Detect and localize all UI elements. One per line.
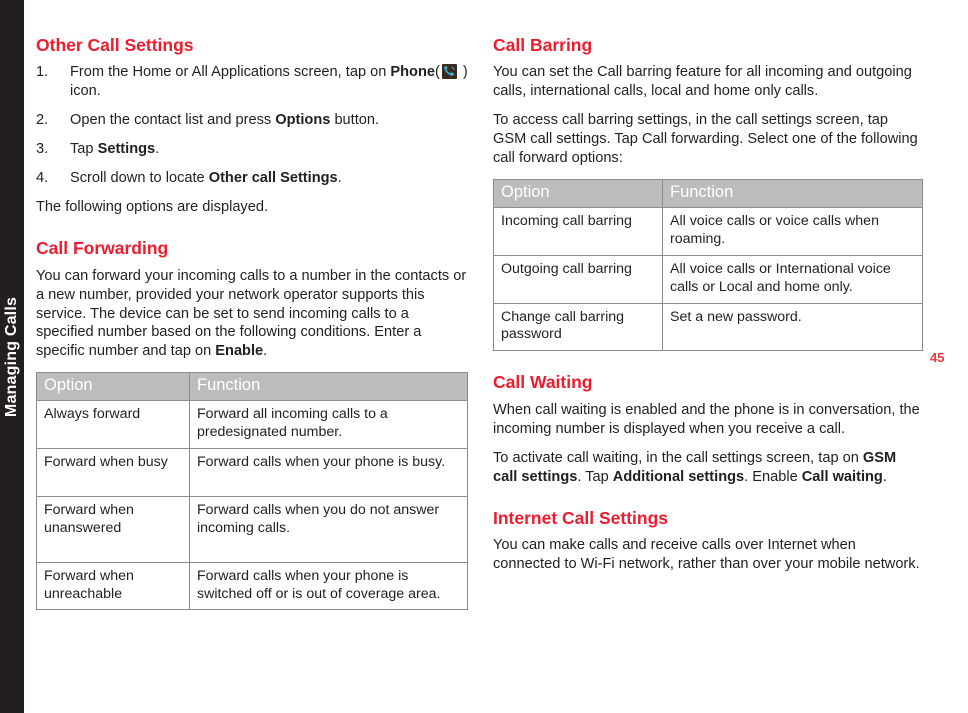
table-row: Forward when unanswered Forward calls wh… [36,495,468,563]
call-forwarding-table: Option Function Always forward Forward a… [36,372,468,611]
column-header-option: Option [36,372,190,402]
right-column: Call Barring You can set the Call barrin… [493,36,923,574]
call-waiting-text-part: To activate call waiting, in the call se… [493,449,863,466]
step-bold-term: Settings [97,141,156,158]
step-text-part: . [337,170,342,187]
cell-function: All voice calls or voice calls when roam… [662,207,923,256]
cell-function: Forward calls when you do not answer inc… [189,495,468,563]
step-text-part: Tap [70,141,98,158]
list-item: 3. Tap Settings. [36,140,468,159]
step-number: 2. [36,112,49,129]
table-row: Always forward Forward all incoming call… [36,400,468,449]
cell-option: Incoming call barring [493,207,663,256]
step-text: Open the contact list and press Options … [70,112,379,128]
call-waiting-bold-term: Call waiting [801,468,883,485]
list-item: 2. Open the contact list and press Optio… [36,111,468,130]
step-text-part: From the Home or All Applications screen… [70,64,391,81]
column-header-function: Function [189,372,468,402]
step-text: From the Home or All Applications screen… [70,64,468,99]
heading-internet-call-settings: Internet Call Settings [493,507,669,528]
call-barring-paragraph-2: To access call barring settings, in the … [493,112,918,167]
table-row: Forward when busy Forward calls when you… [36,447,468,497]
call-barring-paragraph-1: You can set the Call barring feature for… [493,64,912,100]
chapter-label: Managing Calls [3,296,20,417]
column-header-function: Function [662,179,923,209]
table-row: Change call barring password Set a new p… [493,302,923,352]
step-paren-open: ( [435,64,440,81]
call-forwarding-paragraph-part: . [263,343,268,360]
cell-option: Outgoing call barring [493,254,663,304]
table-row: Incoming call barring All voice calls or… [493,207,923,256]
cell-option: Forward when unreachable [36,561,190,611]
call-waiting-text-part: . Enable [744,468,802,485]
call-waiting-bold-term: Additional settings [612,468,745,485]
heading-call-forwarding: Call Forwarding [36,238,169,259]
heading-call-waiting: Call Waiting [493,372,593,393]
cell-option: Forward when busy [36,447,190,497]
step-number: 1. [36,64,49,81]
cell-option: Change call barring password [493,302,663,352]
cell-function: Forward all incoming calls to a predesig… [189,400,468,449]
call-waiting-paragraph-2: To activate call waiting, in the call se… [493,449,923,487]
step-text-part: Scroll down to locate [70,170,209,187]
chapter-edge-tab: Managing Calls [0,0,24,713]
cell-function: Forward calls when your phone is switche… [189,561,468,611]
list-item: 4. Scroll down to locate Other call Sett… [36,169,468,188]
table-head: Option Function [493,179,923,209]
phone-icon [441,64,457,80]
table-header-row: Option Function [493,179,923,209]
step-text: Scroll down to locate Other call Setting… [70,170,342,186]
cell-option: Always forward [36,400,190,449]
cell-function: Forward calls when your phone is busy. [189,447,468,497]
table-body: Incoming call barring All voice calls or… [493,207,923,352]
step-text-part: . [155,141,160,158]
table-header-row: Option Function [36,372,468,402]
step-text-part: button. [330,112,380,129]
cell-option: Forward when unanswered [36,495,190,563]
call-forwarding-bold-term: Enable [215,343,264,360]
chapter-edge-tab-label-wrap: Managing Calls [0,0,24,713]
cell-function: All voice calls or International voice c… [662,254,923,304]
page-number: 45 [930,350,945,365]
table-row: Forward when unreachable Forward calls w… [36,561,468,611]
call-barring-table: Option Function Incoming call barring Al… [493,179,923,352]
step-bold-term: Phone [390,64,435,81]
other-call-settings-steps: 1. From the Home or All Applications scr… [36,63,468,188]
table-head: Option Function [36,372,468,402]
call-waiting-text-part: . [882,468,887,485]
internet-call-settings-paragraph-1: You can make calls and receive calls ove… [493,536,920,572]
step-number: 4. [36,170,49,187]
table-row: Outgoing call barring All voice calls or… [493,254,923,304]
other-call-settings-trailing-paragraph: The following options are displayed. [36,199,269,216]
step-bold-term: Options [275,112,331,129]
call-waiting-paragraph-1: When call waiting is enabled and the pho… [493,401,920,437]
cell-function: Set a new password. [662,302,923,352]
column-header-option: Option [493,179,663,209]
call-forwarding-paragraph: You can forward your incoming calls to a… [36,267,468,362]
step-text: Tap Settings. [70,141,159,157]
heading-call-barring: Call Barring [493,35,593,55]
step-text-part: Open the contact list and press [70,112,276,129]
call-waiting-text-part: . Tap [577,468,613,485]
list-item: 1. From the Home or All Applications scr… [36,63,468,101]
step-number: 3. [36,141,49,158]
left-column: Other Call Settings 1. From the Home or … [36,35,468,611]
step-bold-term: Other call Settings [208,170,338,187]
table-body: Always forward Forward all incoming call… [36,400,468,611]
heading-other-call-settings: Other Call Settings [36,35,194,55]
